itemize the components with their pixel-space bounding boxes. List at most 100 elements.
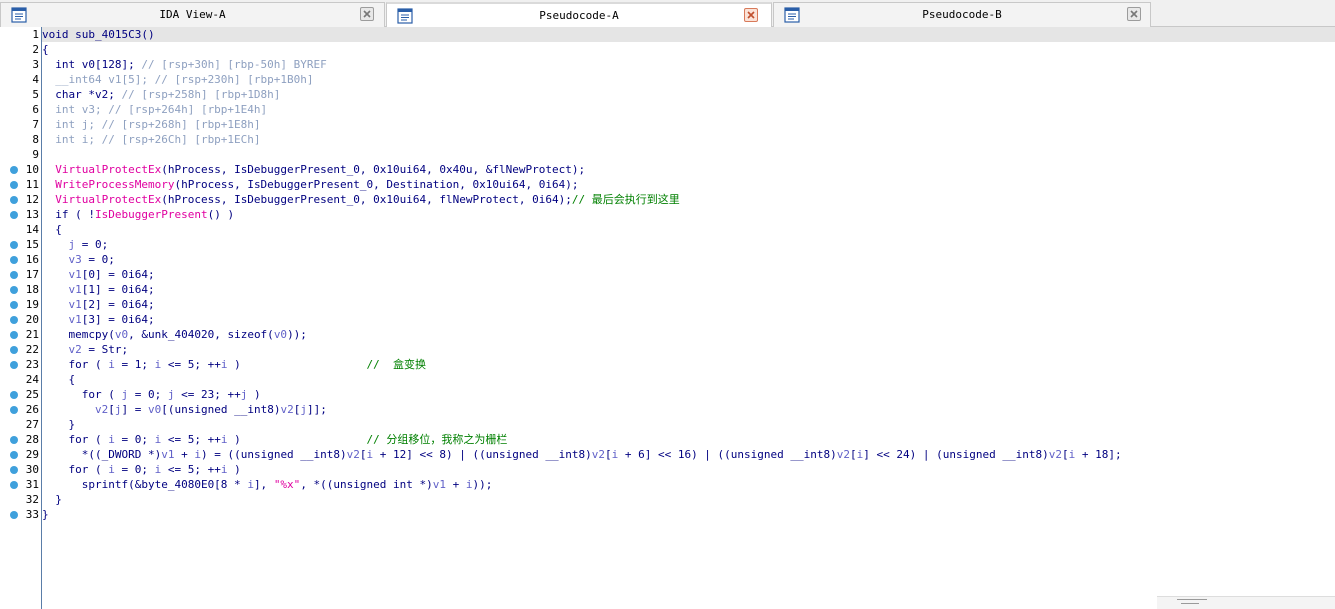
close-tab-icon[interactable]	[360, 7, 374, 21]
code-line[interactable]: 7 int j; // [rsp+268h] [rbp+1E8h]	[0, 117, 1335, 132]
breakpoint-dot-icon[interactable]	[10, 391, 18, 399]
code-line[interactable]: 26 v2[j] = v0[(unsigned __int8)v2[j]];	[0, 402, 1335, 417]
code-line[interactable]: 18 v1[1] = 0i64;	[0, 282, 1335, 297]
code-token: v1	[68, 298, 82, 311]
code-token: // 分组移位，我称之为栅栏	[366, 433, 508, 446]
breakpoint-dot-icon[interactable]	[10, 256, 18, 264]
code-line[interactable]: 4 __int64 v1[5]; // [rsp+230h] [rbp+1B0h…	[0, 72, 1335, 87]
code-line[interactable]: 17 v1[0] = 0i64;	[0, 267, 1335, 282]
code-text: {	[42, 222, 62, 237]
code-line[interactable]: 23 for ( i = 1; i <= 5; ++i ) // 盒变换	[0, 357, 1335, 372]
code-line[interactable]: 16 v3 = 0;	[0, 252, 1335, 267]
code-line[interactable]: 29 *((_DWORD *)v1 + i) = ((unsigned __in…	[0, 447, 1335, 462]
breakpoint-dot-icon[interactable]	[10, 301, 18, 309]
code-token: v2	[68, 343, 82, 356]
minimap-line	[1181, 603, 1199, 604]
code-text: v3 = 0;	[42, 252, 115, 267]
minimap-corner[interactable]	[1157, 596, 1335, 609]
code-token: )	[227, 433, 367, 446]
code-text: for ( i = 0; i <= 5; ++i ) // 分组移位，我称之为栅…	[42, 432, 507, 447]
code-line[interactable]: 3 int v0[128]; // [rsp+30h] [rbp-50h] BY…	[0, 57, 1335, 72]
code-line[interactable]: 6 int v3; // [rsp+264h] [rbp+1E4h]	[0, 102, 1335, 117]
code-line[interactable]: 22 v2 = Str;	[0, 342, 1335, 357]
code-text: __int64 v1[5]; // [rsp+230h] [rbp+1B0h]	[42, 72, 313, 87]
breakpoint-dot-icon[interactable]	[10, 286, 18, 294]
breakpoint-dot-icon[interactable]	[10, 361, 18, 369]
code-line[interactable]: 21 memcpy(v0, &unk_404020, sizeof(v0));	[0, 327, 1335, 342]
code-token: // 盒变换	[366, 358, 427, 371]
code-line[interactable]: 31 sprintf(&byte_4080E0[8 * i], "%x", *(…	[0, 477, 1335, 492]
code-token: }	[42, 493, 62, 506]
code-token: v0	[114, 328, 129, 341]
code-line[interactable]: 30 for ( i = 0; i <= 5; ++i )	[0, 462, 1335, 477]
breakpoint-dot-icon[interactable]	[10, 406, 18, 414]
close-tab-icon[interactable]	[1127, 7, 1141, 21]
line-number: 28	[25, 433, 39, 446]
breakpoint-dot-icon[interactable]	[10, 511, 18, 519]
breakpoint-dot-icon[interactable]	[10, 211, 18, 219]
line-number: 12	[25, 193, 39, 206]
tab-ida-view-a[interactable]: IDA View-A	[0, 2, 385, 27]
code-line[interactable]: 27 }	[0, 417, 1335, 432]
breakpoint-dot-icon[interactable]	[10, 466, 18, 474]
code-line[interactable]: 24 {	[0, 372, 1335, 387]
line-number: 13	[25, 208, 39, 221]
code-text: {	[42, 372, 75, 387]
code-line[interactable]: 28 for ( i = 0; i <= 5; ++i ) // 分组移位，我称…	[0, 432, 1335, 447]
code-text: }	[42, 507, 49, 522]
breakpoint-dot-icon[interactable]	[10, 241, 18, 249]
code-text: int i; // [rsp+26Ch] [rbp+1ECh]	[42, 132, 260, 147]
code-line[interactable]: 14 {	[0, 222, 1335, 237]
line-number: 5	[32, 88, 39, 101]
breakpoint-dot-icon[interactable]	[10, 271, 18, 279]
code-line[interactable]: 2{	[0, 42, 1335, 57]
code-token: = 0;	[128, 388, 168, 401]
code-line[interactable]: 11 WriteProcessMemory(hProcess, IsDebugg…	[0, 177, 1335, 192]
tab-pseudocode-a[interactable]: Pseudocode-A	[386, 2, 772, 28]
breakpoint-dot-icon[interactable]	[10, 166, 18, 174]
code-line[interactable]: 1 void sub_4015C3()	[0, 27, 1335, 42]
code-line[interactable]: 5 char *v2; // [rsp+258h] [rbp+1D8h]	[0, 87, 1335, 102]
code-line[interactable]: 12 VirtualProtectEx(hProcess, IsDebugger…	[0, 192, 1335, 207]
breakpoint-dot-icon[interactable]	[10, 196, 18, 204]
code-token: ] << 24) | (unsigned __int8)	[863, 448, 1049, 461]
code-token: v1	[68, 283, 82, 296]
breakpoint-dot-icon[interactable]	[10, 346, 18, 354]
code-text: WriteProcessMemory(hProcess, IsDebuggerP…	[42, 177, 578, 192]
code-line[interactable]: 19 v1[2] = 0i64;	[0, 297, 1335, 312]
code-token: {	[42, 373, 76, 386]
code-line[interactable]: 20 v1[3] = 0i64;	[0, 312, 1335, 327]
breakpoint-dot-icon[interactable]	[10, 451, 18, 459]
close-tab-icon[interactable]	[744, 8, 758, 22]
code-line[interactable]: 15 j = 0;	[0, 237, 1335, 252]
breakpoint-dot-icon[interactable]	[10, 331, 18, 339]
code-line[interactable]: 8 int i; // [rsp+26Ch] [rbp+1ECh]	[0, 132, 1335, 147]
code-line[interactable]: 9	[0, 147, 1335, 162]
code-line[interactable]: 25 for ( j = 0; j <= 23; ++j )	[0, 387, 1335, 402]
breakpoint-dot-icon[interactable]	[10, 481, 18, 489]
code-token: for (	[42, 463, 109, 476]
breakpoint-dot-icon[interactable]	[10, 436, 18, 444]
line-number: 26	[25, 403, 39, 416]
code-line[interactable]: 13 if ( !IsDebuggerPresent() )	[0, 207, 1335, 222]
code-token: ],	[253, 478, 274, 491]
code-token: [	[604, 448, 612, 461]
line-number: 8	[32, 133, 39, 146]
code-line[interactable]: 32 }	[0, 492, 1335, 507]
breakpoint-dot-icon[interactable]	[10, 181, 18, 189]
breakpoint-dot-icon[interactable]	[10, 316, 18, 324]
line-number: 14	[25, 223, 39, 236]
tab-pseudocode-b[interactable]: Pseudocode-B	[773, 2, 1151, 27]
code-token: = 0;	[114, 433, 155, 446]
pseudocode-editor[interactable]: 1 void sub_4015C3() 2{3 int v0[128]; // [r…	[0, 27, 1335, 609]
line-number: 30	[25, 463, 39, 476]
line-number: 31	[25, 478, 39, 491]
code-token: i	[108, 433, 115, 446]
code-text: int v3; // [rsp+264h] [rbp+1E4h]	[42, 102, 267, 117]
code-text: VirtualProtectEx(hProcess, IsDebuggerPre…	[42, 162, 585, 177]
code-line[interactable]: 10 VirtualProtectEx(hProcess, IsDebugger…	[0, 162, 1335, 177]
code-line[interactable]: 33}	[0, 507, 1335, 522]
